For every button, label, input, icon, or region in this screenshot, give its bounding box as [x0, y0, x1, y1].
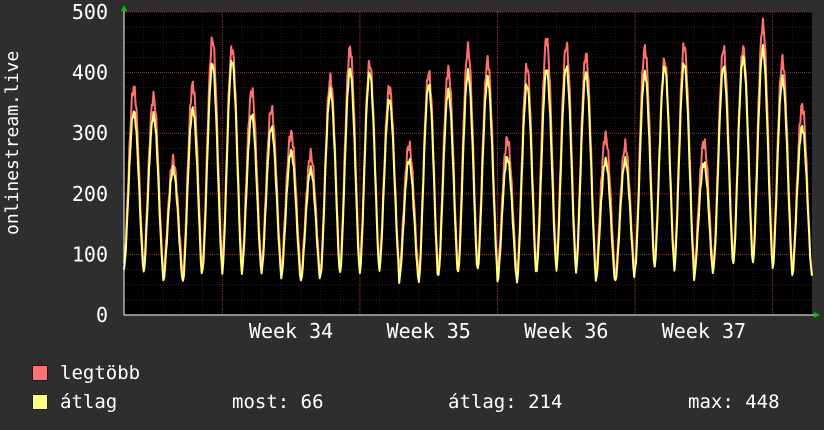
y-tick-label: 400	[72, 61, 108, 85]
x-tick-label: Week 37	[662, 319, 746, 343]
legend-label-max: legtöbb	[60, 362, 141, 384]
stat-maximum: max: 448	[688, 391, 780, 413]
legend-swatch-avg	[32, 394, 48, 410]
legend-item-avg: átlag	[32, 391, 117, 413]
y-axis-arrow	[121, 5, 127, 11]
legend-item-max: legtöbb	[32, 362, 140, 384]
x-tick-label: Week 36	[524, 319, 608, 343]
y-axis-label: onlinestream.live	[2, 50, 23, 235]
stat-current: most: 66	[232, 391, 324, 413]
x-tick-label: Week 35	[387, 319, 471, 343]
stat-average: átlag: 214	[448, 391, 563, 413]
y-tick-label: 100	[72, 242, 108, 266]
y-tick-label: 200	[72, 182, 108, 206]
x-tick-label: Week 34	[249, 319, 333, 343]
y-tick-label: 500	[72, 0, 108, 24]
y-tick-label: 300	[72, 121, 108, 145]
legend-swatch-max	[32, 365, 48, 381]
x-axis-arrow	[814, 312, 820, 318]
legend-label-avg: átlag	[60, 391, 118, 413]
y-tick-label: 0	[96, 303, 108, 327]
